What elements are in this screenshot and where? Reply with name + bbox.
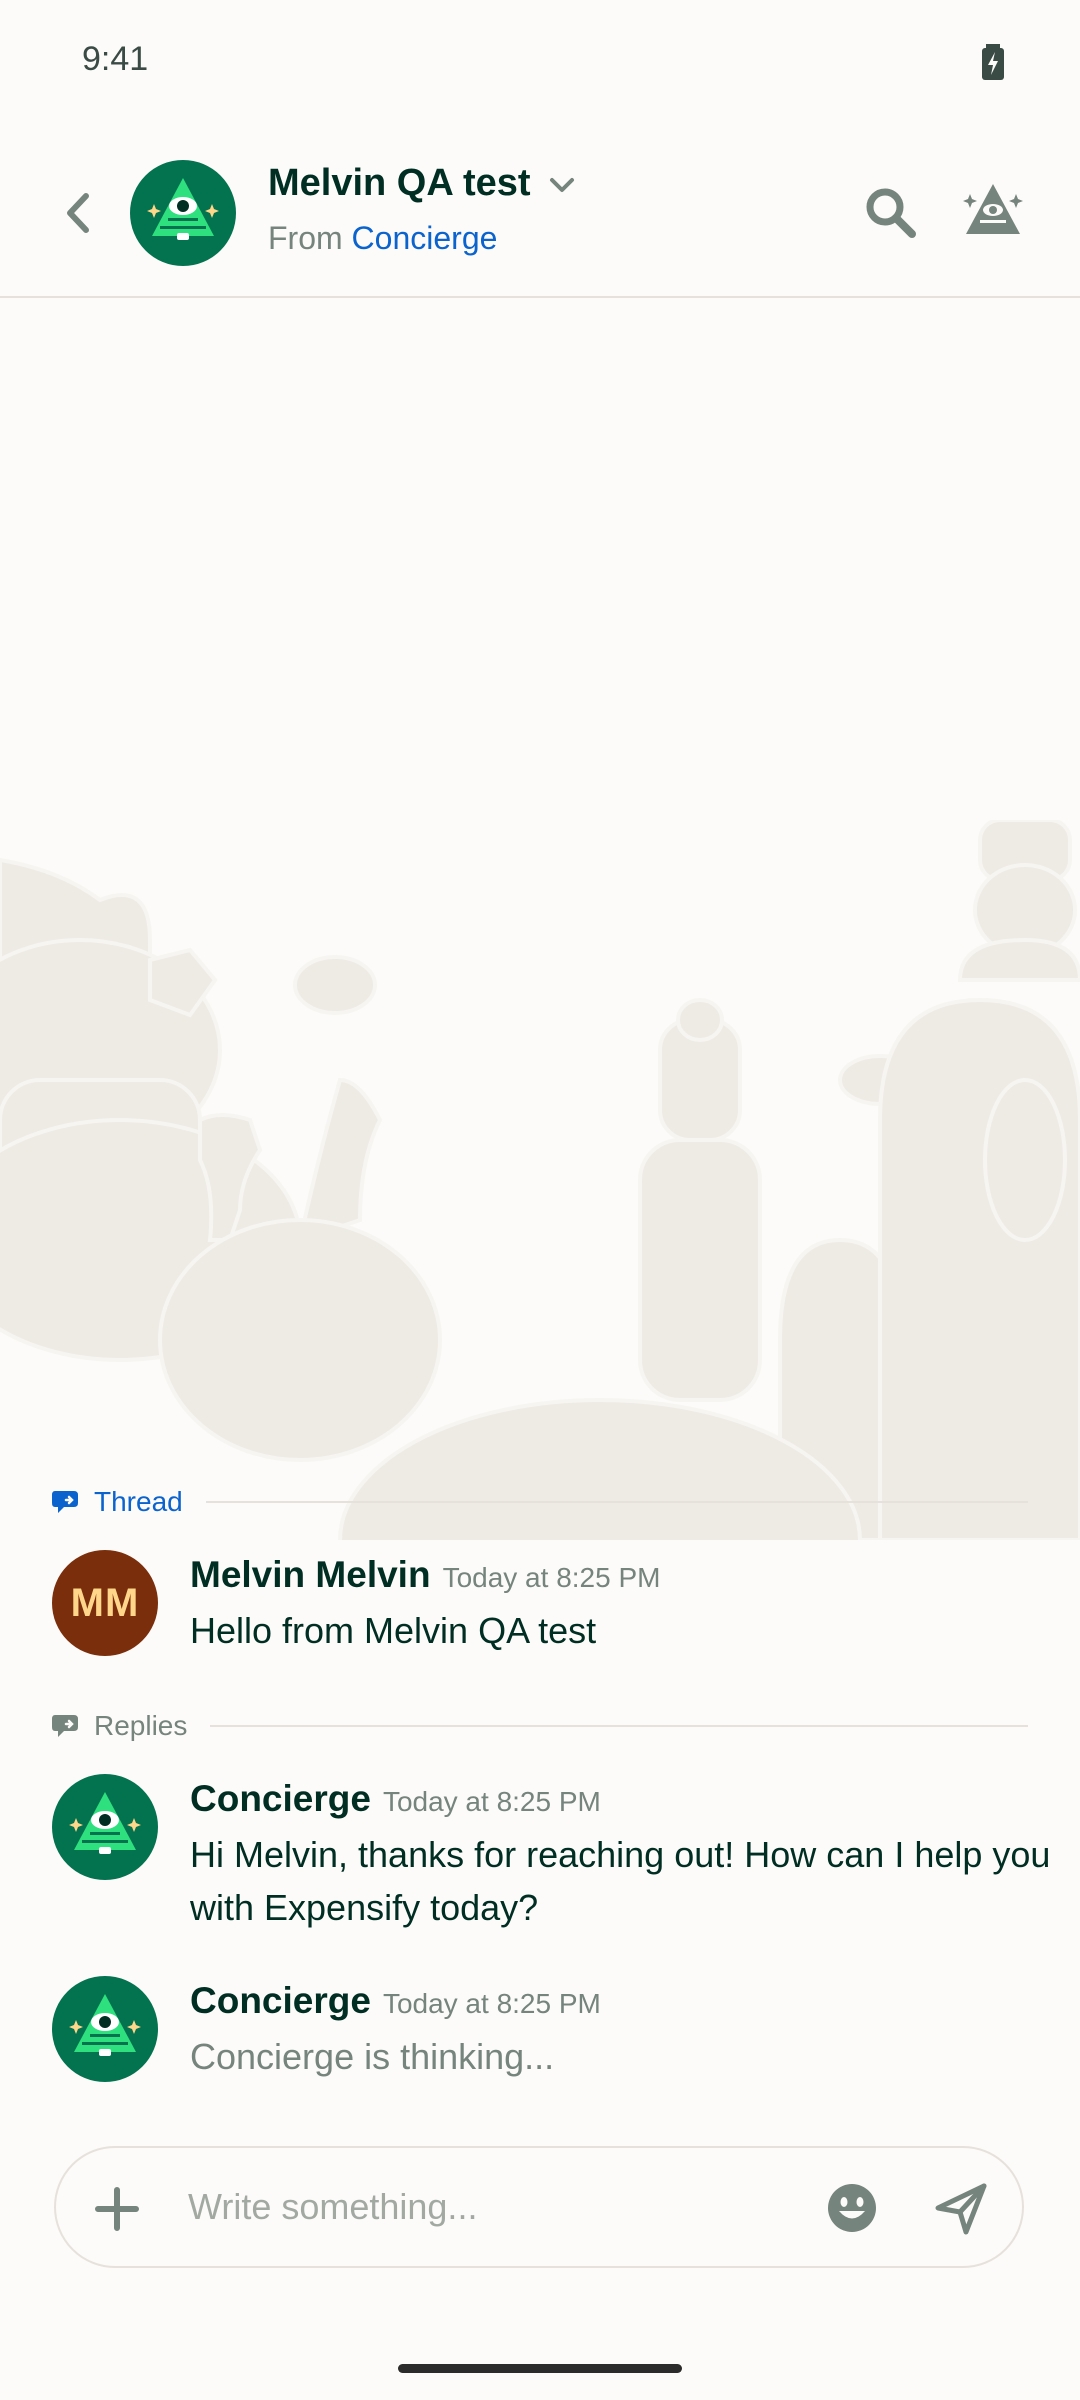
message-timestamp: Today at 8:25 PM	[382, 1786, 601, 1817]
avatar[interactable]	[52, 1976, 158, 2082]
send-icon[interactable]	[934, 2182, 988, 2236]
chevron-down-icon[interactable]	[548, 176, 576, 196]
concierge-avatar-icon	[69, 1792, 141, 1854]
replies-icon	[52, 1715, 78, 1737]
message-header: Melvin Melvin Today at 8:25 PM	[190, 1554, 660, 1596]
thread-label: Thread	[52, 1484, 183, 1520]
replies-divider-line	[210, 1725, 1028, 1727]
subtitle-prefix: From	[268, 220, 352, 256]
replies-label-text: Replies	[94, 1710, 188, 1741]
concierge-icon[interactable]	[962, 180, 1024, 238]
thread-label-text: Thread	[94, 1486, 183, 1517]
chat-avatar[interactable]	[130, 160, 236, 266]
message-timestamp: Today at 8:25 PM	[382, 1988, 601, 2019]
message-input[interactable]	[188, 2172, 788, 2242]
message-text-pending: Concierge is thinking...	[190, 2036, 555, 2077]
concierge-avatar-icon	[69, 1994, 141, 2056]
message-author[interactable]: Concierge	[190, 1778, 371, 1820]
thread-divider-line	[206, 1501, 1028, 1503]
chat-subtitle: From Concierge	[268, 220, 497, 257]
avatar[interactable]	[52, 1774, 158, 1880]
replies-label: Replies	[52, 1708, 187, 1744]
avatar-initials: MM	[70, 1580, 140, 1625]
message-header: Concierge Today at 8:25 PM	[190, 1980, 601, 2022]
search-icon[interactable]	[862, 184, 918, 240]
message-header: Concierge Today at 8:25 PM	[190, 1778, 601, 1820]
message-text[interactable]: Hi Melvin, thanks for reaching out! How …	[190, 1828, 1070, 1934]
emoji-icon[interactable]	[826, 2182, 878, 2234]
message-text[interactable]: Hello from Melvin QA test	[190, 1604, 1070, 1657]
thread-icon	[52, 1491, 78, 1513]
status-time: 9:41	[82, 40, 149, 78]
chat-title[interactable]: Melvin QA test	[268, 162, 531, 205]
message-timestamp: Today at 8:25 PM	[442, 1562, 661, 1593]
avatar[interactable]: MM	[52, 1550, 158, 1656]
plus-icon[interactable]	[92, 2184, 142, 2234]
home-indicator	[398, 2364, 682, 2373]
header-divider	[0, 296, 1080, 298]
message-author[interactable]: Concierge	[190, 1980, 371, 2022]
back-icon[interactable]	[54, 188, 104, 238]
message-author[interactable]: Melvin Melvin	[190, 1554, 431, 1596]
battery-icon	[982, 44, 1004, 80]
concierge-avatar-icon	[147, 178, 219, 240]
concierge-link[interactable]: Concierge	[352, 220, 498, 256]
background-illustration	[0, 820, 1080, 1540]
